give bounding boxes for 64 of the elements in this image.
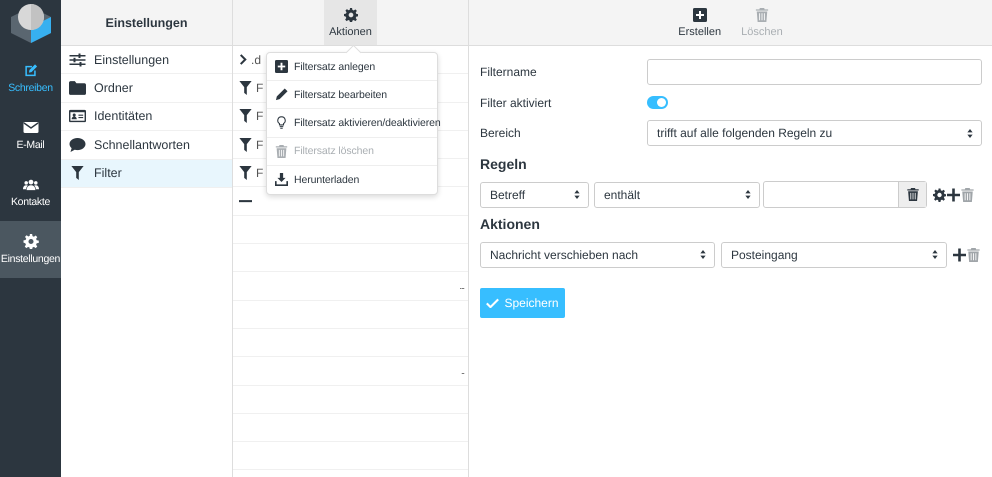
sliders-icon (69, 52, 86, 67)
section-heading: Aktionen (480, 216, 541, 232)
select-field[interactable]: trifft auf alle folgenden Regeln zu (647, 120, 982, 146)
nav-item[interactable]: Schreiben (0, 50, 61, 107)
section-heading: Regeln (480, 156, 528, 172)
download-icon (275, 173, 288, 186)
menu-item[interactable]: Herunterladen (267, 166, 437, 194)
settings-icon (344, 8, 358, 22)
field-label: Filtername (480, 65, 538, 79)
settings-item[interactable]: Identitäten (61, 102, 232, 132)
panel-title: Einstellungen (106, 16, 188, 30)
sort-arrows-icon (700, 250, 706, 259)
sort-arrows-icon (574, 190, 580, 199)
nav-item[interactable]: E-Mail (0, 107, 61, 164)
trash-icon (275, 144, 288, 158)
actions-button[interactable]: Aktionen (324, 0, 377, 45)
settings-item[interactable]: Filter (61, 160, 232, 188)
check-icon (486, 298, 500, 308)
nav-item[interactable]: Kontakte (0, 164, 61, 221)
list-row[interactable]: ... (233, 272, 468, 301)
plus-square-icon (275, 60, 288, 74)
delete-button[interactable] (898, 182, 926, 207)
speech-bubble-icon (69, 138, 86, 152)
toolbar-button[interactable]: Erstellen (674, 0, 726, 45)
input-field[interactable] (647, 59, 982, 85)
people-icon (22, 177, 38, 192)
filter-icon (239, 166, 252, 180)
settings-icon[interactable] (933, 188, 946, 202)
list-row[interactable]: .. (233, 357, 468, 386)
folder-icon (69, 81, 86, 96)
settings-icon (22, 234, 38, 249)
field-label: Filter aktiviert (480, 96, 552, 110)
trash-icon (754, 8, 769, 22)
plus-icon[interactable] (947, 188, 960, 202)
sort-arrows-icon (967, 128, 973, 138)
sort-arrows-icon (745, 190, 751, 199)
lightbulb-icon (275, 116, 288, 130)
select-field[interactable]: Betreff (480, 182, 589, 208)
logo-icon (10, 3, 50, 43)
menu-item[interactable]: Filtersatz anlegen (267, 53, 437, 82)
toggle-switch[interactable] (647, 96, 668, 108)
sort-arrows-icon (932, 250, 938, 259)
filter-icon (239, 109, 252, 124)
select-field[interactable]: Posteingang (721, 242, 947, 268)
menu-item[interactable]: Filtersatz bearbeiten (267, 81, 437, 110)
filter-icon (69, 166, 86, 180)
dash-icon (239, 200, 252, 203)
compose-icon (22, 63, 38, 78)
trash-icon (906, 188, 918, 201)
select-field[interactable]: Nachricht verschieben nach (480, 242, 715, 268)
nav-item[interactable]: Einstellungen (0, 221, 61, 278)
chevron-icon (239, 54, 247, 66)
settings-item[interactable]: Einstellungen (61, 46, 232, 74)
input-field[interactable] (763, 181, 927, 208)
field-label: Bereich (480, 126, 522, 140)
id-card-icon (69, 109, 86, 124)
plus-icon[interactable] (953, 248, 966, 262)
plus-square-icon (692, 8, 707, 22)
settings-item[interactable]: Ordner (61, 74, 232, 103)
filter-icon (239, 138, 252, 152)
pencil-icon (275, 88, 288, 102)
select-field[interactable]: enthält (594, 182, 760, 208)
filter-icon (239, 80, 252, 95)
envelope-icon (22, 120, 38, 135)
